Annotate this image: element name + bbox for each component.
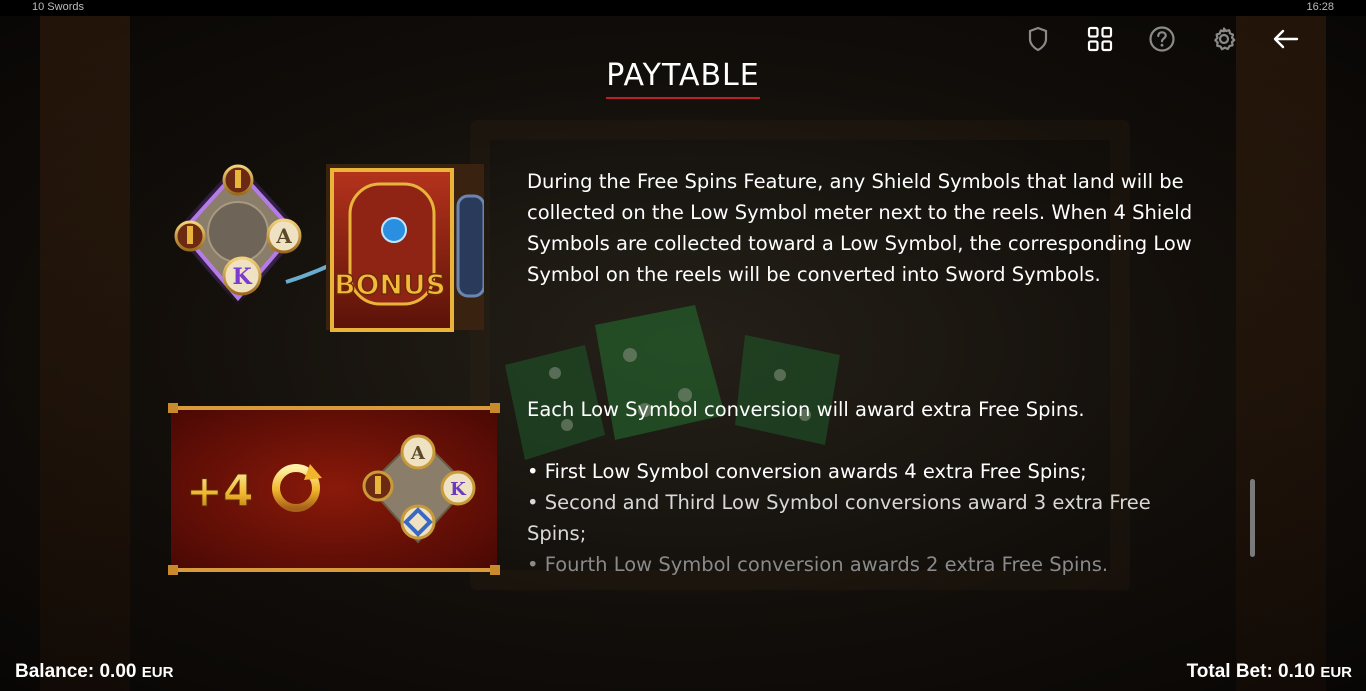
list-item: • Second and Third Low Symbol conversion… xyxy=(527,491,1151,545)
grid-icon[interactable] xyxy=(1082,24,1118,54)
toolbar xyxy=(1020,24,1304,54)
window-title-bar: 10 Swords 16:28 xyxy=(0,0,1366,16)
balance-display: Balance: 0.00 EUR xyxy=(15,661,173,683)
dice-watermark xyxy=(505,305,840,460)
feature-description: During the Free Spins Feature, any Shiel… xyxy=(527,170,1193,286)
total-bet-currency: EUR xyxy=(1320,664,1352,681)
extra-symbol-a-letter: A xyxy=(410,443,426,464)
background-pillar-left xyxy=(40,16,130,691)
page-title-wrapper: PAYTABLE xyxy=(0,58,1366,99)
total-bet-display: Total Bet: 0.10 EUR xyxy=(1187,661,1352,683)
background-pillar-right xyxy=(1236,16,1326,691)
scrollbar-thumb[interactable] xyxy=(1250,479,1255,557)
symbol-a-letter: A xyxy=(275,224,292,248)
conversion-bullet-list: • First Low Symbol conversion awards 4 e… xyxy=(527,456,1207,580)
balance-label: Balance: 0.00 xyxy=(15,661,137,682)
help-icon[interactable] xyxy=(1144,24,1180,54)
extra-symbol-k-letter: K xyxy=(450,479,467,500)
symbol-k-letter: K xyxy=(232,264,252,290)
back-arrow-icon[interactable] xyxy=(1268,24,1304,54)
plus-four-label: +4 xyxy=(186,466,253,517)
app-title: 10 Swords xyxy=(32,1,84,13)
clock: 16:28 xyxy=(1306,1,1334,13)
list-item: • Fourth Low Symbol conversion awards 2 … xyxy=(527,553,1109,576)
list-item: • First Low Symbol conversion awards 4 e… xyxy=(527,460,1087,483)
shield-icon[interactable] xyxy=(1020,24,1056,54)
page-title: PAYTABLE xyxy=(606,58,760,99)
total-bet-label: Total Bet: 0.10 xyxy=(1186,661,1316,682)
conversion-summary: Each Low Symbol conversion will award ex… xyxy=(527,398,1085,421)
settings-icon[interactable] xyxy=(1206,24,1242,54)
shield-meter-image: A K BONUS xyxy=(174,162,484,332)
balance-currency: EUR xyxy=(141,664,174,681)
bonus-label: BONUS xyxy=(334,268,445,301)
extra-spins-image: +4 A K xyxy=(168,403,500,575)
